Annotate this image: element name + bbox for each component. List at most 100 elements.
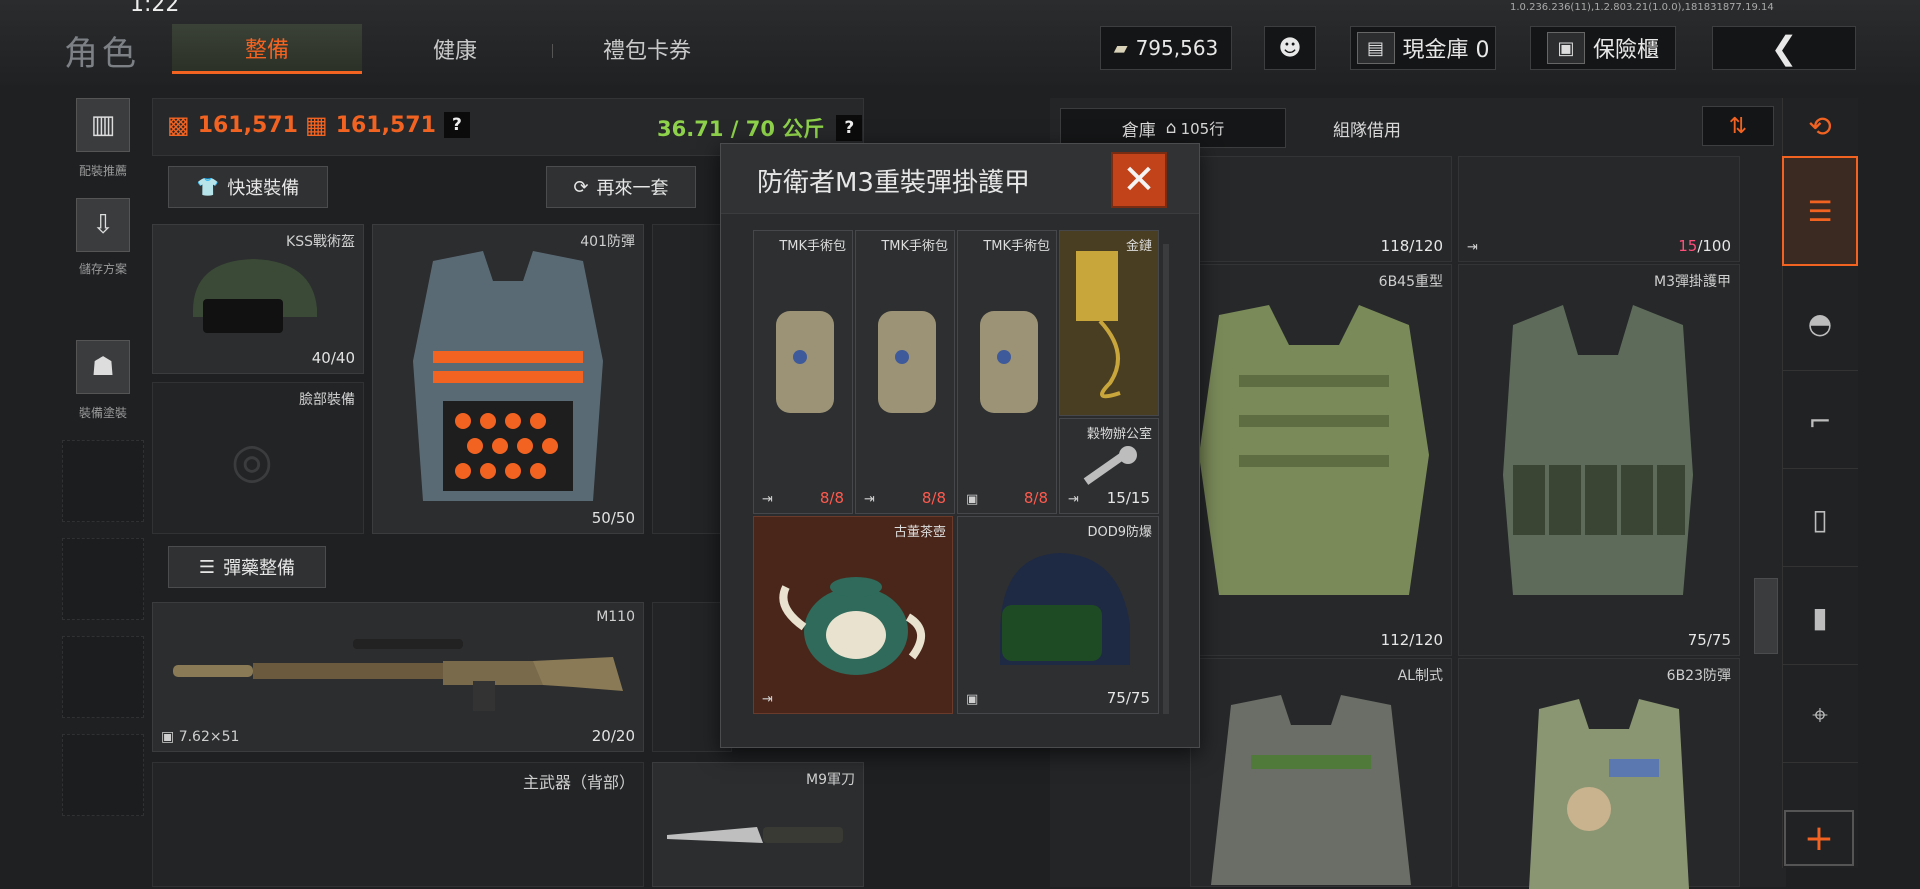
scrollbar-thumb[interactable]	[1754, 578, 1778, 654]
unequip-icon: ⇥	[762, 692, 773, 707]
surgical-kit-image	[980, 311, 1038, 413]
empty-slot[interactable]	[62, 538, 144, 620]
eod-helmet-image	[1000, 553, 1130, 665]
helmet-slot[interactable]: KSS戰術盔 40/40	[152, 224, 364, 374]
gear-paint-button[interactable]: ☗	[76, 340, 130, 394]
empty-slot[interactable]	[62, 734, 144, 816]
unequip-icon: ⇥	[1467, 240, 1478, 255]
vest-value-icon: ▦	[305, 111, 328, 139]
modal-item[interactable]: TMK手術包 ⇥ 8/8	[855, 230, 955, 514]
item-qty: 75/75	[1106, 689, 1150, 707]
sort-button[interactable]: ⇅	[1702, 106, 1774, 146]
warehouse-item[interactable]: 6B23防彈	[1458, 658, 1740, 889]
qty-max: /100	[1697, 237, 1731, 255]
armor-slot[interactable]: 401防彈 50/50	[372, 224, 644, 534]
tab-gift[interactable]: 禮包卡券	[572, 24, 722, 74]
surgical-kit-image	[878, 311, 936, 413]
warehouse-item[interactable]: ⇥ 15/100	[1458, 156, 1740, 262]
category-all[interactable]: ☰	[1782, 156, 1858, 266]
cash-vault-button[interactable]: ▤ 現金庫 0	[1350, 26, 1496, 70]
category-attachment[interactable]: ⌖	[1782, 668, 1858, 763]
item-name: DOD9防爆	[1087, 525, 1152, 540]
unequip-icon: ⇥	[864, 492, 875, 507]
item-name: 6B23防彈	[1666, 668, 1731, 684]
armor-m3-image	[1503, 305, 1693, 595]
soldier-icon: ☗	[91, 352, 115, 382]
rifle-image	[173, 639, 623, 711]
again-button[interactable]: ⟳ 再來一套	[546, 166, 696, 208]
download-icon: ⇩	[92, 210, 114, 240]
money-value: 795,563	[1135, 36, 1219, 60]
tab-label: 整備	[244, 37, 289, 63]
surgical-kit-image	[776, 311, 834, 413]
item-name: TMK手術包	[881, 239, 948, 254]
item-name: 6B45重型	[1378, 274, 1443, 290]
quick-equip-button[interactable]: 👕 快速裝備	[168, 166, 328, 208]
tab-health[interactable]: 健康	[380, 24, 530, 74]
primary-back-slot[interactable]: 主武器（背部）	[152, 762, 644, 887]
safe-box-button[interactable]: ▣ 保險櫃	[1530, 26, 1676, 70]
knife-image	[667, 827, 843, 843]
tab-storage[interactable]: 倉庫 ⌂ 105行	[1060, 108, 1286, 148]
melee-slot[interactable]: M9軍刀	[652, 762, 864, 887]
add-button[interactable]: +	[1784, 810, 1854, 866]
caliber-value: 7.62×51	[178, 729, 240, 745]
armor-image	[413, 251, 603, 501]
modal-item-dod9[interactable]: DOD9防爆 ▣ 75/75	[957, 516, 1159, 714]
teapot-image	[779, 577, 925, 675]
face-slot[interactable]: 臉部裝備 ◎	[152, 382, 364, 534]
cash-vault-label: 現金庫 0	[1402, 38, 1490, 63]
helmet-icon: ◓	[1807, 306, 1833, 340]
warehouse-item[interactable]: AL制式	[1190, 658, 1452, 887]
modal-scrollbar[interactable]	[1163, 244, 1169, 714]
chevron-left-icon: ❮	[1770, 29, 1798, 67]
empty-slot[interactable]	[62, 440, 144, 522]
save-plan-button[interactable]: ⇩	[76, 198, 130, 252]
warehouse-item[interactable]: 118/120	[1190, 156, 1452, 262]
modal-item-teapot[interactable]: 古董茶壺 ⇥	[753, 516, 953, 714]
left-rail-label: 儲存方案	[78, 262, 127, 276]
ammo-icon: ☰	[198, 556, 216, 578]
modal-item[interactable]: TMK手術包 ⇥ 8/8	[753, 230, 853, 514]
key-image	[1083, 446, 1137, 485]
backpack-icon: ▥	[90, 110, 116, 140]
item-qty: 75/75	[1687, 631, 1731, 649]
item-qty: 15/15	[1106, 489, 1150, 507]
warehouse-item[interactable]: 6B45重型 112/120	[1190, 264, 1452, 656]
rows-count: 105行	[1180, 119, 1225, 138]
close-button[interactable]: ✕	[1111, 152, 1167, 208]
loadout-recommend-button[interactable]: ▥	[76, 98, 130, 152]
back-button[interactable]: ❮	[1712, 26, 1856, 70]
modal-item[interactable]: TMK手術包 ▣ 8/8	[957, 230, 1057, 514]
box-icon: ▣	[966, 692, 979, 707]
modal-item-office-key[interactable]: 穀物辦公室 ⇥ 15/15	[1059, 418, 1159, 514]
button-label: 再來一套	[596, 178, 669, 199]
item-name: 臉部裝備	[299, 392, 355, 408]
close-icon: ✕	[1122, 157, 1156, 203]
primary-weapon-slot[interactable]: M110 ▣ 7.62×51 20/20	[152, 602, 644, 752]
empty-slot[interactable]	[62, 636, 144, 718]
modal-header: 防衛者M3重裝彈掛護甲 ✕	[721, 144, 1199, 214]
tab-team-borrow[interactable]: 組隊借用	[1292, 108, 1442, 148]
item-qty: 15/100	[1678, 237, 1731, 255]
modal-item-gold-chain[interactable]: 金鏈	[1059, 230, 1159, 416]
help-button[interactable]: ?	[836, 115, 863, 141]
category-magazine[interactable]: ▯	[1782, 472, 1858, 567]
help-button[interactable]: ?	[443, 112, 470, 138]
left-rail-label: 裝備塗裝	[78, 406, 127, 420]
refresh-layers-button[interactable]: ⟲	[1782, 98, 1858, 154]
category-helmet[interactable]: ◓	[1782, 276, 1858, 371]
ammo-button[interactable]: ☰ 彈藥整備	[168, 546, 326, 588]
tab-equip[interactable]: 整備	[172, 24, 362, 74]
category-weapon[interactable]: ⌐	[1782, 374, 1858, 469]
item-name: KSS戰術盔	[286, 234, 355, 250]
category-ammo[interactable]: ▮	[1782, 570, 1858, 665]
scope-icon: ⌖	[1812, 698, 1828, 731]
magazine-icon: ▯	[1812, 502, 1828, 536]
armor-6b45-image	[1199, 305, 1429, 595]
profile-button[interactable]: ☻	[1264, 26, 1316, 70]
button-label: 快速裝備	[227, 178, 300, 199]
left-rail-label: 配裝推薦	[78, 164, 127, 178]
warehouse-item-m3[interactable]: M3彈掛護甲 75/75	[1458, 264, 1740, 656]
armor-al-image	[1211, 695, 1411, 885]
